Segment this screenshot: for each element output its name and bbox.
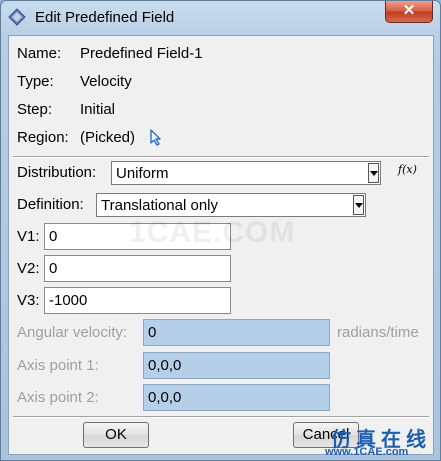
type-label: Type: xyxy=(17,73,54,90)
window-title: Edit Predefined Field xyxy=(35,9,175,26)
distribution-value: Uniform xyxy=(116,165,169,182)
v1-label: V1: xyxy=(17,228,40,245)
v3-value: -1000 xyxy=(49,292,88,309)
definition-value: Translational only xyxy=(101,197,219,214)
step-value: Initial xyxy=(80,101,116,118)
axis-point-1-label: Axis point 1: xyxy=(17,357,99,374)
brand-url-text: www.1CAE.com xyxy=(325,446,409,458)
angular-units-label: radians/time xyxy=(337,324,419,341)
step-label: Step: xyxy=(17,101,53,118)
dialog-body: Name: Predefined Field-1 Type: Velocity … xyxy=(8,35,434,455)
close-icon: ✕ xyxy=(402,2,416,19)
definition-select[interactable]: Translational only xyxy=(96,193,366,217)
title-bar[interactable]: Edit Predefined Field ✕ xyxy=(1,1,440,35)
watermark-text: 1CAE.COM xyxy=(129,216,296,249)
region-label: Region: xyxy=(17,129,69,146)
distribution-label: Distribution: xyxy=(17,164,97,181)
angular-velocity-input[interactable]: 0 xyxy=(143,319,330,346)
axis-point-1-input[interactable]: 0,0,0 xyxy=(143,352,330,379)
axis-point-2-input[interactable]: 0,0,0 xyxy=(143,384,330,411)
region-value: (Picked) xyxy=(80,129,136,146)
angular-velocity-label: Angular velocity: xyxy=(17,324,128,341)
separator xyxy=(13,156,429,158)
v3-label: V3: xyxy=(17,292,40,309)
axis-point-2-label: Axis point 2: xyxy=(17,389,99,406)
axis-point-1-value: 0,0,0 xyxy=(148,357,182,374)
v2-label: V2: xyxy=(17,260,40,277)
v3-input[interactable]: -1000 xyxy=(44,287,231,314)
name-label: Name: xyxy=(17,45,62,62)
app-icon xyxy=(8,8,26,26)
definition-label: Definition: xyxy=(17,196,84,213)
axis-point-2-value: 0,0,0 xyxy=(148,389,182,406)
angular-velocity-value: 0 xyxy=(148,324,157,341)
dialog-window: Edit Predefined Field ✕ Name: Predefined… xyxy=(0,0,441,461)
chevron-down-icon[interactable] xyxy=(368,163,379,183)
cursor-arrow-icon[interactable] xyxy=(150,129,163,146)
v1-value: 0 xyxy=(49,228,58,245)
brand-watermark: 仿真在线 www.1CAE.com xyxy=(323,417,440,460)
chevron-down-icon[interactable] xyxy=(353,195,364,215)
function-button[interactable]: f(x) xyxy=(398,163,417,176)
close-button[interactable]: ✕ xyxy=(385,1,433,23)
name-value: Predefined Field-1 xyxy=(80,45,203,62)
v2-input[interactable]: 0 xyxy=(44,255,231,282)
ok-button[interactable]: OK xyxy=(83,422,149,448)
type-value: Velocity xyxy=(80,73,132,90)
v2-value: 0 xyxy=(49,260,58,277)
distribution-select[interactable]: Uniform xyxy=(111,161,381,185)
